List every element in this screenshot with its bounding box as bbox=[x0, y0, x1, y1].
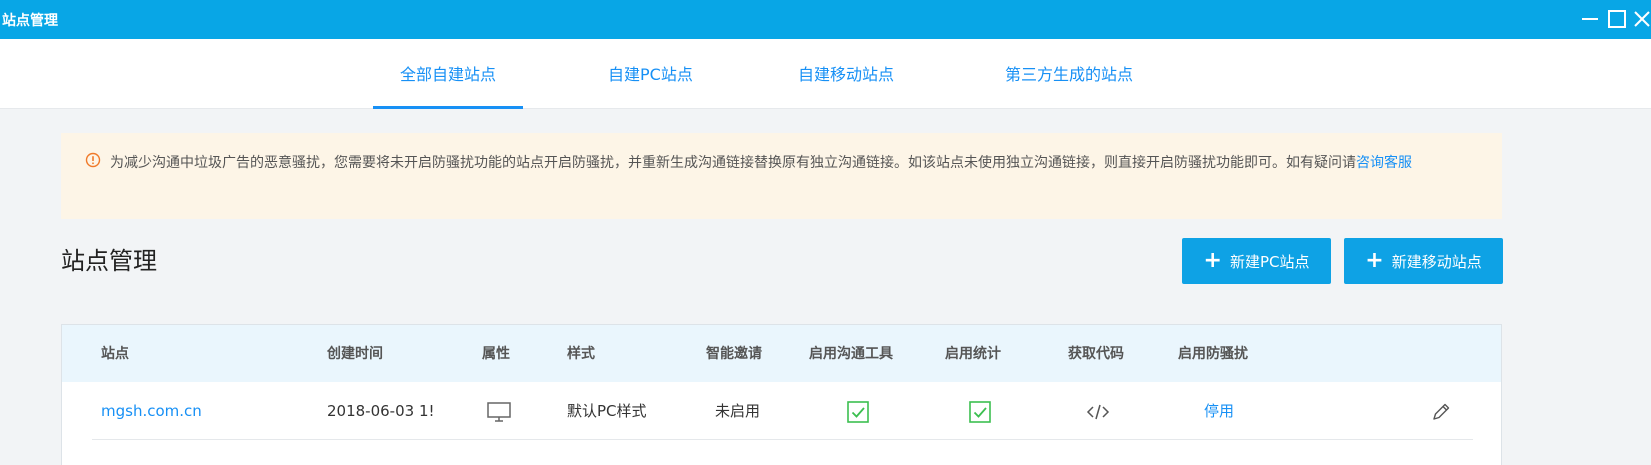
column-header-chat-tool: 启用沟通工具 bbox=[809, 346, 893, 362]
tab-pc-sites[interactable]: 自建PC站点 bbox=[608, 39, 693, 109]
notice-text: 为减少沟通中垃圾广告的恶意骚扰，您需要将未开启防骚扰功能的站点开启防骚扰，并重新… bbox=[110, 149, 1490, 177]
column-header-get-code: 获取代码 bbox=[1068, 346, 1124, 362]
chat-tool-check-icon[interactable] bbox=[845, 399, 871, 425]
title-bar: 站点管理 bbox=[0, 0, 1651, 39]
stats-check-icon[interactable] bbox=[967, 399, 993, 425]
plus-icon: + bbox=[1365, 248, 1384, 273]
new-mobile-site-label: 新建移动站点 bbox=[1391, 252, 1482, 271]
plus-icon: + bbox=[1203, 248, 1222, 273]
notice-banner: 为减少沟通中垃圾广告的恶意骚扰，您需要将未开启防骚扰功能的站点开启防骚扰，并重新… bbox=[61, 133, 1502, 219]
column-header-site: 站点 bbox=[101, 346, 129, 362]
site-style: 默认PC样式 bbox=[567, 402, 647, 420]
tab-bar: 全部自建站点 自建PC站点 自建移动站点 第三方生成的站点 bbox=[0, 39, 1651, 109]
column-header-attribute: 属性 bbox=[482, 346, 510, 362]
close-icon[interactable] bbox=[1630, 7, 1651, 31]
window-title: 站点管理 bbox=[2, 13, 58, 29]
smart-invite-status: 未启用 bbox=[715, 402, 761, 420]
row-divider bbox=[92, 439, 1473, 440]
monitor-icon bbox=[487, 402, 511, 422]
maximize-icon[interactable] bbox=[1605, 7, 1629, 31]
page-title: 站点管理 bbox=[61, 247, 157, 275]
column-header-smart-invite: 智能邀请 bbox=[706, 346, 762, 362]
minimize-icon[interactable] bbox=[1578, 7, 1602, 31]
new-pc-site-button[interactable]: + 新建PC站点 bbox=[1182, 238, 1331, 284]
created-time: 2018-06-03 1! bbox=[327, 402, 435, 420]
site-domain-link[interactable]: mgsh.com.cn bbox=[101, 382, 202, 440]
tab-all-sites[interactable]: 全部自建站点 bbox=[372, 39, 524, 109]
table-header: 站点 创建时间 属性 样式 智能邀请 启用沟通工具 启用统计 获取代码 启用防骚… bbox=[62, 325, 1501, 382]
tab-mobile-sites[interactable]: 自建移动站点 bbox=[798, 39, 894, 109]
new-pc-site-label: 新建PC站点 bbox=[1229, 252, 1310, 271]
column-header-anti-harass: 启用防骚扰 bbox=[1178, 346, 1248, 362]
pencil-icon[interactable] bbox=[1428, 399, 1454, 425]
tab-third-party-sites[interactable]: 第三方生成的站点 bbox=[1005, 39, 1133, 109]
warning-icon bbox=[85, 152, 101, 168]
table-row: mgsh.com.cn 2018-06-03 1! 默认PC样式 未启用 停用 bbox=[62, 382, 1501, 440]
sites-table: 站点 创建时间 属性 样式 智能邀请 启用沟通工具 启用统计 获取代码 启用防骚… bbox=[61, 324, 1502, 465]
column-header-style: 样式 bbox=[567, 346, 595, 362]
column-header-stats: 启用统计 bbox=[945, 346, 1001, 362]
column-header-created: 创建时间 bbox=[327, 346, 383, 362]
notice-message: 为减少沟通中垃圾广告的恶意骚扰，您需要将未开启防骚扰功能的站点开启防骚扰，并重新… bbox=[110, 155, 1356, 171]
disable-anti-harass-link[interactable]: 停用 bbox=[1204, 382, 1234, 440]
contact-support-link[interactable]: 咨询客服 bbox=[1356, 155, 1412, 171]
new-mobile-site-button[interactable]: + 新建移动站点 bbox=[1344, 238, 1503, 284]
code-icon[interactable] bbox=[1085, 399, 1111, 425]
